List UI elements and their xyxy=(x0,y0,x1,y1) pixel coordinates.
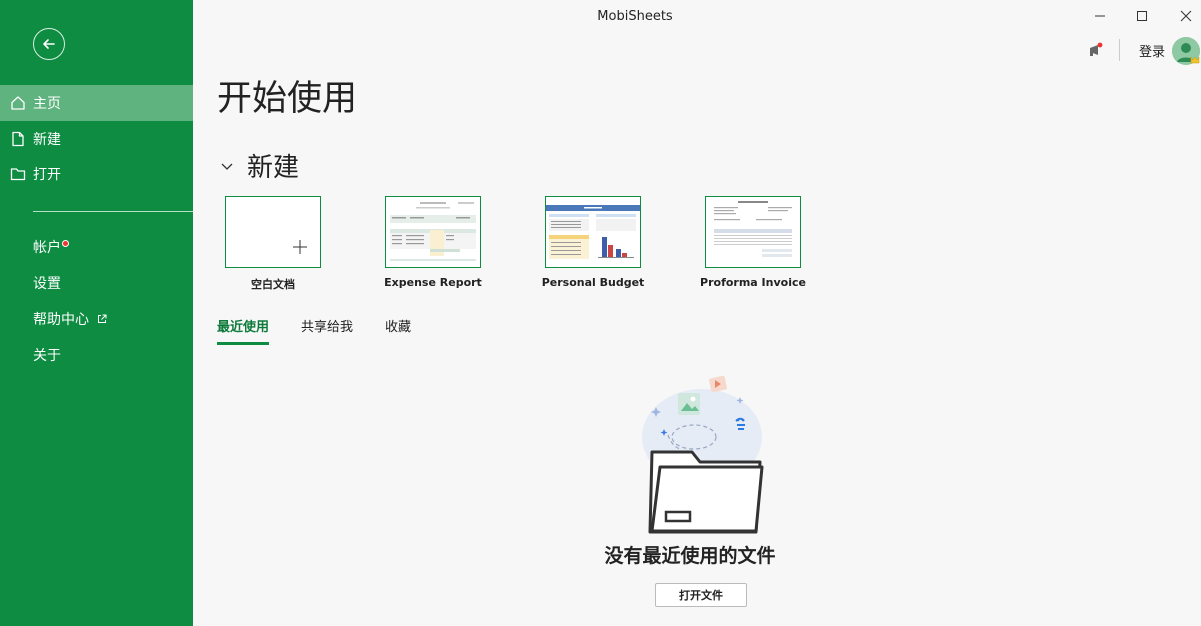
sidebar-item-label: 帮助中心 xyxy=(33,312,89,328)
sidebar-item-about[interactable]: 关于 xyxy=(33,345,61,365)
external-link-icon xyxy=(97,314,107,324)
minimize-icon xyxy=(1095,15,1105,17)
template-name: Proforma Invoice xyxy=(700,276,806,289)
sidebar-item-open[interactable]: 打开 xyxy=(0,156,193,192)
sidebar-item-label: 设置 xyxy=(33,276,61,292)
tab-shared-with-me[interactable]: 共享给我 xyxy=(301,316,353,345)
empty-state-message: 没有最近使用的文件 xyxy=(604,545,776,567)
template-thumbnail xyxy=(225,196,321,268)
arrow-left-icon xyxy=(43,39,55,49)
sidebar-item-account[interactable]: 帐户 xyxy=(33,237,69,257)
home-icon xyxy=(10,95,26,111)
folder-icon xyxy=(10,166,26,182)
chevron-down-icon xyxy=(221,163,233,170)
notification-button[interactable] xyxy=(1087,41,1105,59)
sidebar-item-label: 新建 xyxy=(33,132,61,148)
empty-folder-illustration xyxy=(636,375,776,537)
sidebar-item-label: 关于 xyxy=(33,348,61,364)
file-tabs: 最近使用 共享给我 收藏 xyxy=(217,316,443,345)
template-thumbnail xyxy=(705,196,801,268)
back-button[interactable] xyxy=(33,28,65,60)
avatar[interactable] xyxy=(1172,37,1200,65)
template-name: 空白文档 xyxy=(251,278,295,291)
sidebar-item-label: 打开 xyxy=(33,167,61,183)
sidebar-divider xyxy=(33,211,193,212)
close-button[interactable] xyxy=(1176,6,1196,26)
template-expense-report[interactable]: Expense Report xyxy=(384,196,482,289)
new-section-header[interactable]: 新建 xyxy=(220,147,299,184)
sidebar-item-label: 帐户 xyxy=(33,240,61,256)
template-name: Expense Report xyxy=(384,276,482,289)
tab-favorites[interactable]: 收藏 xyxy=(385,316,411,345)
header-divider xyxy=(1119,39,1120,61)
plus-icon xyxy=(293,240,307,254)
sidebar-item-label: 主页 xyxy=(33,96,61,112)
window-title: MobiSheets xyxy=(597,9,673,24)
template-blank[interactable]: 空白文档 xyxy=(225,196,321,291)
maximize-button[interactable] xyxy=(1132,6,1152,26)
template-name: Personal Budget xyxy=(541,276,645,289)
template-thumbnail xyxy=(385,196,481,268)
maximize-icon xyxy=(1137,11,1147,21)
close-icon xyxy=(1180,10,1192,22)
new-document-icon xyxy=(10,131,26,147)
minimize-button[interactable] xyxy=(1090,6,1110,26)
notification-dot xyxy=(62,239,69,247)
section-title: 新建 xyxy=(247,153,300,183)
megaphone-icon xyxy=(1090,42,1103,56)
sidebar-item-help[interactable]: 帮助中心 xyxy=(33,309,107,329)
sidebar-item-home[interactable]: 主页 xyxy=(0,85,193,121)
login-link[interactable]: 登录 xyxy=(1139,41,1165,60)
sidebar-item-new[interactable]: 新建 xyxy=(0,121,193,157)
template-thumbnail xyxy=(545,196,641,268)
page-title: 开始使用 xyxy=(217,79,358,119)
open-file-button[interactable]: 打开文件 xyxy=(655,583,747,607)
user-avatar-icon xyxy=(1172,37,1200,65)
sidebar: 主页 新建 打开 帐户 设置 帮助中心 关于 xyxy=(0,0,193,626)
template-personal-budget[interactable]: Personal Budget xyxy=(542,196,644,289)
tab-recent[interactable]: 最近使用 xyxy=(217,316,270,345)
sidebar-item-settings[interactable]: 设置 xyxy=(33,273,61,293)
template-proforma-invoice[interactable]: Proforma Invoice xyxy=(700,196,806,289)
